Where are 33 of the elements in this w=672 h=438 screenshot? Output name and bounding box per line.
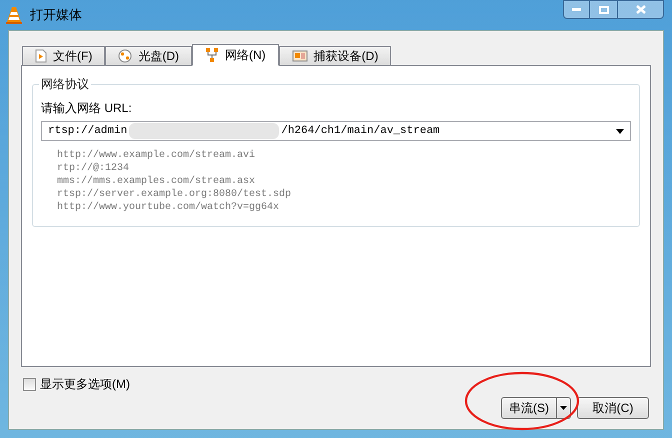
window-title: 打开媒体 <box>30 6 82 24</box>
dropdown-arrow-icon <box>616 128 624 134</box>
dropdown-arrow-icon <box>560 406 567 410</box>
checkbox[interactable] <box>23 378 36 390</box>
tab[interactable]: 文件(F) <box>22 46 106 65</box>
close-icon <box>636 5 646 14</box>
tab[interactable]: 网络(N) <box>192 44 279 66</box>
minimize-icon <box>572 8 581 11</box>
example-url: mms://mms.examples.com/stream.asx <box>57 175 256 188</box>
file-icon <box>35 49 47 63</box>
url-label: 请输入网络 URL: <box>41 100 133 117</box>
capture-card-icon <box>292 50 308 62</box>
url-text-end: /h264/ch1/main/av_stream <box>281 124 440 139</box>
maximize-button[interactable] <box>590 0 617 19</box>
tab[interactable]: 光盘(D) <box>105 46 192 65</box>
url-text-start: rtsp://admin <box>48 124 128 139</box>
checkbox-label: 显示更多选项(M) <box>40 376 130 393</box>
tab[interactable]: 捕获设备(D) <box>278 46 392 65</box>
example-url: rtp://@:1234 <box>57 162 130 175</box>
example-url: http://www.example.com/stream.avi <box>57 149 256 162</box>
url-combobox[interactable]: rtsp://admin /h264/ch1/main/av_stream <box>41 121 631 141</box>
network-icon <box>205 48 219 62</box>
dropdown-button[interactable] <box>557 397 571 419</box>
example-url: http://www.yourtube.com/watch?v=gg64x <box>57 201 280 214</box>
traffic-cone-icon <box>6 6 22 24</box>
disc-icon <box>118 49 132 63</box>
minimize-button[interactable] <box>563 0 590 19</box>
cancel-button[interactable]: 取消(C) <box>577 397 649 419</box>
stream-button[interactable]: 串流(S) <box>501 397 557 419</box>
maximize-icon <box>598 6 608 14</box>
group-title: 网络协议 <box>39 75 91 93</box>
example-url: rtsp://server.example.org:8080/test.sdp <box>57 188 292 201</box>
close-button[interactable] <box>617 0 664 19</box>
